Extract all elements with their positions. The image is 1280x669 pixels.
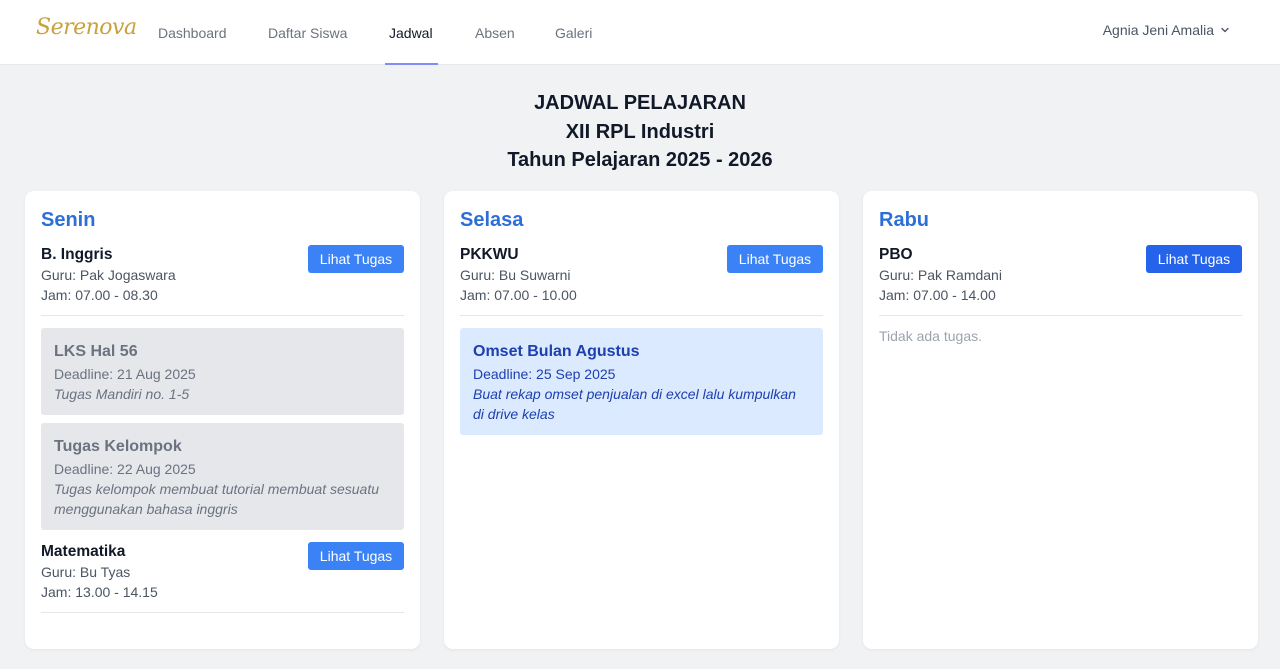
- header-class: XII RPL Industri: [565, 120, 715, 143]
- day-card-selasa: Selasa PKKWU Guru: Bu Suwarni Jam: 07.00…: [444, 191, 839, 649]
- day-title: Selasa: [460, 209, 524, 231]
- header-year: Tahun Pelajaran 2025 - 2026: [507, 149, 773, 171]
- subject-time: Jam: 07.00 - 08.30: [41, 287, 158, 303]
- task-card[interactable]: Tugas Kelompok Deadline: 22 Aug 2025 Tug…: [41, 423, 404, 530]
- nav-jadwal[interactable]: Jadwal: [389, 0, 433, 65]
- task-deadline: Deadline: 22 Aug 2025: [54, 461, 196, 477]
- task-description: Buat rekap omset penjualan di excel lalu…: [473, 386, 796, 422]
- nav-absen[interactable]: Absen: [475, 0, 515, 65]
- header-title: JADWAL PELAJARAN: [534, 92, 746, 114]
- chevron-down-icon: [1221, 27, 1229, 33]
- task-title: Tugas Kelompok: [54, 438, 182, 455]
- schedule-header: JADWAL PELAJARAN XII RPL Industri Tahun …: [0, 89, 1280, 175]
- nav-daftar-siswa[interactable]: Daftar Siswa: [268, 0, 347, 65]
- day-title: Senin: [41, 209, 96, 231]
- subject-item: Matematika Guru: Bu Tyas Jam: 13.00 - 14…: [41, 542, 404, 613]
- lihat-tugas-button[interactable]: Lihat Tugas: [308, 542, 404, 570]
- subject-time: Jam: 07.00 - 10.00: [460, 287, 577, 303]
- nav-galeri[interactable]: Galeri: [555, 0, 592, 65]
- user-name: Agnia Jeni Amalia: [1102, 22, 1214, 38]
- task-deadline: Deadline: 21 Aug 2025: [54, 366, 196, 382]
- lihat-tugas-button[interactable]: Lihat Tugas: [1146, 245, 1242, 273]
- top-navbar: Serenova Dashboard Daftar Siswa Jadwal A…: [0, 0, 1280, 65]
- day-title: Rabu: [879, 209, 929, 231]
- day-card-rabu: Rabu PBO Guru: Pak Ramdani Jam: 07.00 - …: [863, 191, 1258, 649]
- subject-item: PKKWU Guru: Bu Suwarni Jam: 07.00 - 10.0…: [460, 245, 823, 316]
- lihat-tugas-button[interactable]: Lihat Tugas: [727, 245, 823, 273]
- user-menu[interactable]: Agnia Jeni Amalia: [1103, 22, 1230, 38]
- subject-item: PBO Guru: Pak Ramdani Jam: 07.00 - 14.00…: [879, 245, 1242, 316]
- app-logo[interactable]: Serenova: [36, 15, 137, 40]
- task-description: Tugas kelompok membuat tutorial membuat …: [54, 481, 380, 517]
- lihat-tugas-button[interactable]: Lihat Tugas: [308, 245, 404, 273]
- task-description: Tugas Mandiri no. 1-5: [54, 386, 190, 402]
- empty-tasks-text: Tidak ada tugas.: [879, 328, 982, 344]
- task-title: Omset Bulan Agustus: [473, 343, 640, 360]
- subject-item: B. Inggris Guru: Pak Jogaswara Jam: 07.0…: [41, 245, 404, 316]
- subject-time: Jam: 13.00 - 14.15: [41, 584, 158, 600]
- active-nav-indicator: [385, 63, 438, 65]
- task-title: LKS Hal 56: [54, 343, 138, 360]
- task-card[interactable]: LKS Hal 56 Deadline: 21 Aug 2025 Tugas M…: [41, 328, 404, 415]
- task-card[interactable]: Omset Bulan Agustus Deadline: 25 Sep 202…: [460, 328, 823, 435]
- subject-time: Jam: 07.00 - 14.00: [879, 287, 996, 303]
- task-deadline: Deadline: 25 Sep 2025: [473, 366, 616, 382]
- nav-dashboard[interactable]: Dashboard: [158, 0, 227, 65]
- day-card-senin: Senin B. Inggris Guru: Pak Jogaswara Jam…: [25, 191, 420, 649]
